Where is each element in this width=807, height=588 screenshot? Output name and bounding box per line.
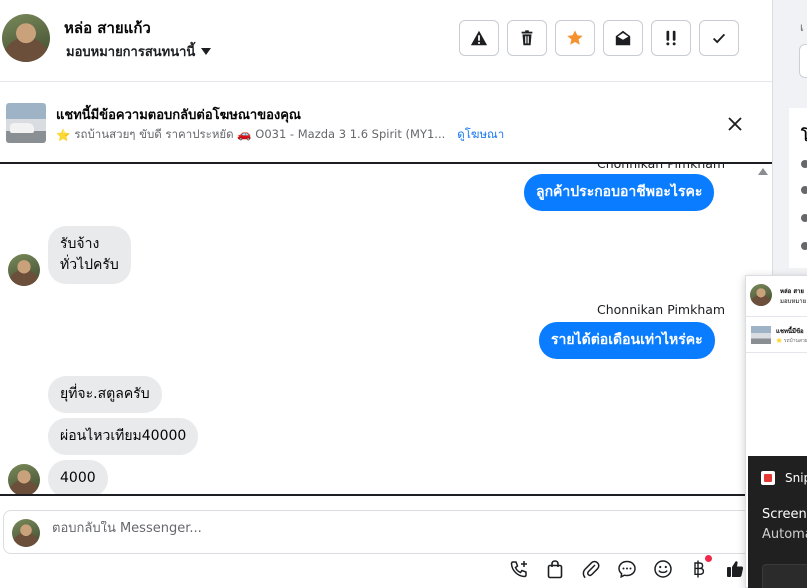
job-icon — [801, 186, 807, 194]
notification-app-name: Snip — [785, 471, 807, 485]
location-icon — [801, 242, 807, 250]
notification-action-button[interactable] — [762, 564, 807, 588]
follow-up-button[interactable] — [651, 20, 691, 56]
notification-dot — [705, 555, 712, 562]
assign-conversation-dropdown[interactable]: มอบหมายการสนทนานี้ — [66, 41, 212, 62]
ad-banner-title: แชทนี้มีข้อความตอบกลับต่อโฆษณาของคุณ — [56, 108, 301, 123]
panel-label: เ — [800, 21, 804, 34]
scroll-up-arrow-icon[interactable] — [758, 168, 768, 175]
incoming-message[interactable]: ยุที่จะ.สตูลครับ — [48, 376, 162, 413]
attach-button[interactable] — [580, 558, 602, 580]
view-ad-link[interactable]: ดูโฆษณา — [457, 126, 504, 144]
call-button[interactable] — [508, 558, 530, 580]
panel-input[interactable] — [799, 44, 807, 78]
contact-avatar-small[interactable] — [8, 254, 40, 286]
ad-thumbnail[interactable] — [6, 103, 46, 143]
star-button[interactable] — [555, 20, 595, 56]
snipping-tool-icon — [761, 471, 775, 485]
outgoing-message[interactable]: ลูกค้าประกอบอาชีพอะไรคะ — [524, 174, 715, 211]
preview-sub: มอบหมาย — [780, 298, 807, 305]
call-add-icon — [510, 561, 527, 578]
reply-box — [3, 510, 773, 554]
contact-avatar-small[interactable] — [8, 464, 40, 494]
composer-actions — [508, 555, 746, 580]
close-banner-button[interactable] — [724, 113, 746, 135]
sender-name: Chonnikan Pimkham — [597, 302, 726, 317]
paperclip-icon — [582, 560, 600, 579]
payment-button[interactable] — [688, 555, 712, 580]
chat-bubble-icon — [618, 560, 636, 579]
send-like-button[interactable] — [724, 558, 746, 580]
shopping-bag-icon — [547, 560, 563, 579]
contact-avatar[interactable] — [2, 14, 50, 62]
preview-ad-thumbnail — [751, 326, 771, 344]
reply-input[interactable] — [52, 521, 652, 536]
contact-name[interactable]: หล่อ สายแก้ว — [64, 16, 151, 40]
sender-name: Chonnikan Pimkham — [597, 162, 726, 171]
ad-description: รถบ้านสวยๆ ขับดี ราคาประหยัด 🚗 O031 - Ma… — [74, 127, 446, 141]
message-line: รับจ้าง — [60, 236, 100, 252]
messenger-inbox-window: หล่อ สายแก้ว มอบหมายการสนทนานี้ แชทนี้มี… — [0, 0, 807, 588]
caret-down-icon — [201, 48, 212, 55]
conversation-toolbar — [459, 20, 739, 56]
trash-icon — [521, 30, 533, 46]
page-avatar — [12, 519, 40, 547]
incoming-message[interactable]: รับจ้าง ทั่วไปครับ — [48, 226, 131, 284]
shop-button[interactable] — [544, 558, 566, 580]
info-icon — [801, 160, 807, 168]
warning-icon — [470, 30, 488, 46]
baht-icon — [694, 560, 705, 578]
assign-label: มอบหมายการสนทนานี้ — [66, 45, 196, 60]
saved-replies-button[interactable] — [616, 558, 638, 580]
preview-avatar — [750, 284, 772, 306]
preview-name: หล่อ สาย — [780, 288, 804, 295]
incoming-message[interactable]: 4000 — [48, 460, 108, 494]
message-line: ทั่วไปครับ — [60, 257, 119, 273]
preview-divider — [746, 352, 807, 353]
message-thread[interactable]: Chonnikan Pimkham ลูกค้าประกอบอาชีพอะไรค… — [0, 162, 772, 496]
ad-banner-subtitle: ⭐ รถบ้านสวยๆ ขับดี ราคาประหยัด 🚗 O031 - … — [56, 126, 504, 144]
conversation-header: หล่อ สายแก้ว มอบหมายการสนทนานี้ — [0, 0, 772, 82]
outgoing-message[interactable]: รายได้ต่อเดือนเท่าไหร่คะ — [539, 322, 715, 359]
notification-title: Screens — [762, 507, 807, 522]
check-icon — [712, 33, 726, 44]
close-icon — [728, 117, 742, 131]
emoji-button[interactable] — [652, 558, 674, 580]
delete-button[interactable] — [507, 20, 547, 56]
done-button[interactable] — [699, 20, 739, 56]
panel-heading: โ — [801, 127, 807, 145]
notification-body: Automa — [762, 527, 807, 542]
preview-divider — [746, 316, 807, 317]
emoji-icon — [654, 560, 672, 578]
thumbs-up-icon — [727, 561, 744, 577]
envelope-open-icon — [615, 30, 631, 46]
education-icon — [801, 214, 807, 222]
incoming-message[interactable]: ผ่อนไหวเทียม40000 — [48, 418, 199, 455]
star-emoji-icon: ⭐ — [56, 128, 71, 142]
preview-ad-title: แชทนี้มีข้อ — [776, 328, 804, 335]
spam-button[interactable] — [459, 20, 499, 56]
star-icon — [567, 30, 583, 45]
preview-ad-sub: ⭐ รถบ้านสวย — [776, 338, 807, 344]
snipping-tool-notification[interactable]: Snip Screens Automa — [748, 456, 807, 588]
mark-unread-button[interactable] — [603, 20, 643, 56]
follow-up-icon — [666, 30, 676, 46]
reply-composer — [0, 508, 773, 588]
ad-reply-banner: แชทนี้มีข้อความตอบกลับต่อโฆษณาของคุณ ⭐ ร… — [0, 83, 772, 161]
